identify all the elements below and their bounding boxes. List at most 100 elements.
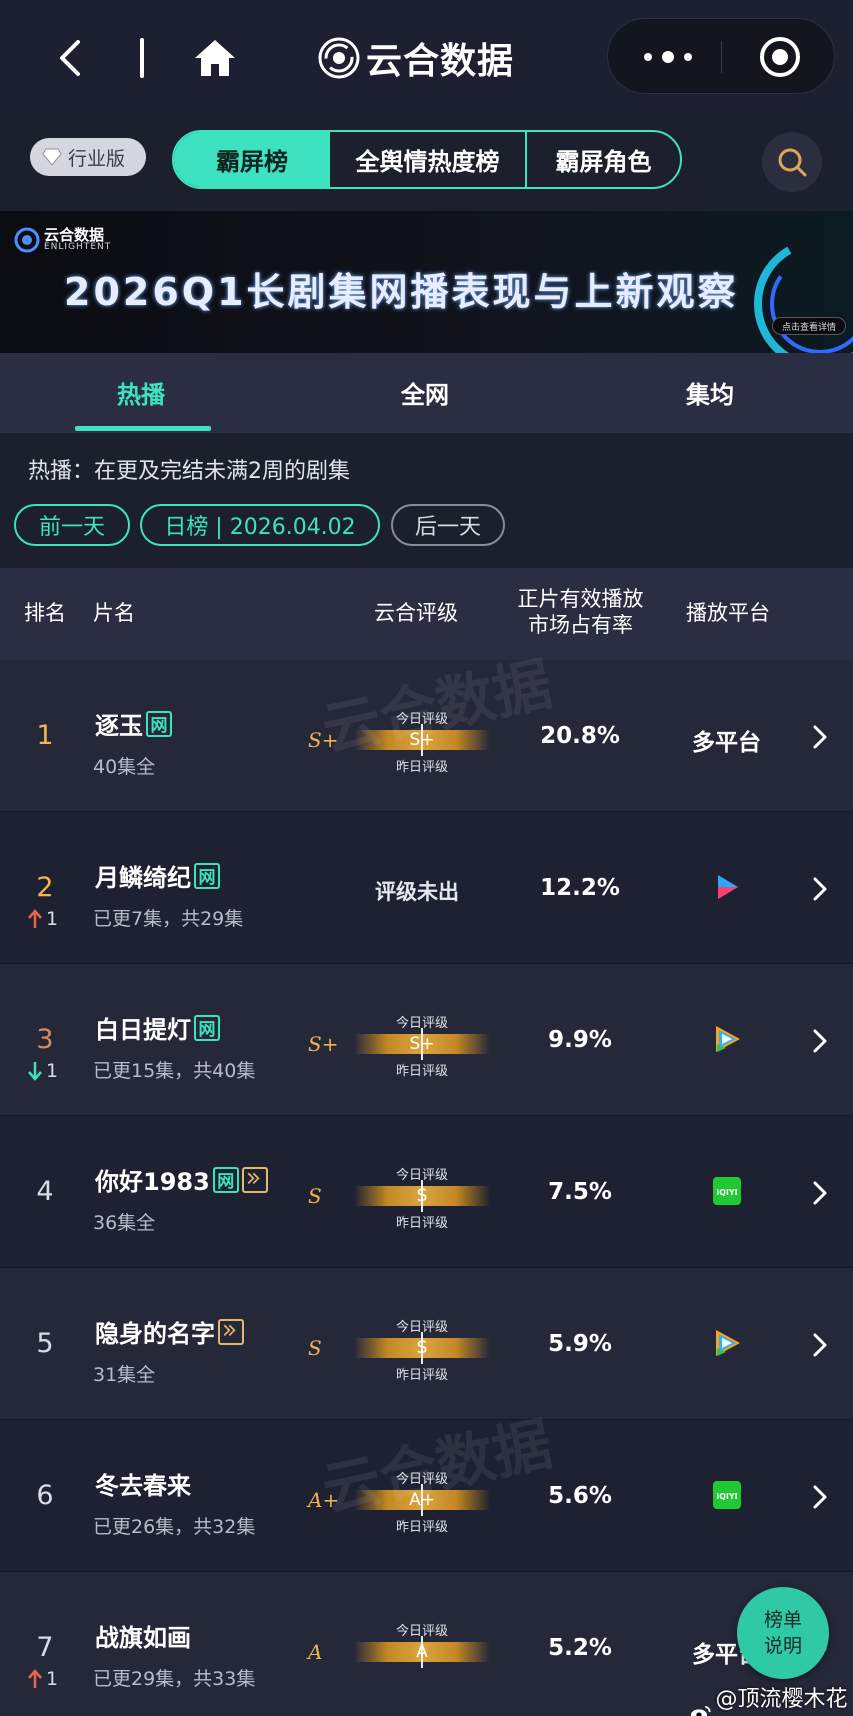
title-line: 逐玉网 bbox=[95, 706, 172, 741]
svg-text:iQIYI: iQIYI bbox=[716, 1188, 737, 1197]
mini-program-capsule bbox=[607, 18, 835, 94]
date-selector[interactable]: 日榜 | 2026.04.02 bbox=[140, 504, 380, 546]
market-share: 9.9% bbox=[548, 1027, 612, 1053]
banner-cta[interactable]: 点击查看详情 bbox=[772, 317, 846, 335]
chart-explanation-button[interactable]: 榜单 说明 bbox=[737, 1587, 829, 1679]
close-target-icon[interactable] bbox=[758, 35, 802, 79]
grade-value: S bbox=[308, 1184, 322, 1208]
tencent-video-icon bbox=[712, 1024, 742, 1054]
search-icon bbox=[778, 148, 807, 177]
promo-banner[interactable]: 云合数据 ENLIGHTENT 2026Q1长剧集网播表现与上新观察 点击查看详… bbox=[0, 211, 853, 353]
episode-info: 已更26集，共32集 bbox=[93, 1516, 256, 1538]
tab-dominant-roles[interactable]: 霸屏角色 bbox=[527, 132, 680, 187]
grade-today-value: S bbox=[416, 1186, 428, 1206]
table-row[interactable]: 5 隐身的名字 31集全 S 今日评级 S 昨日评级 5.9% bbox=[0, 1268, 853, 1420]
youku-icon bbox=[712, 872, 742, 902]
drama-title[interactable]: 冬去春来 bbox=[95, 1466, 191, 1501]
edition-badge[interactable]: 行业版 bbox=[30, 138, 146, 176]
back-arrow-icon[interactable] bbox=[56, 38, 84, 78]
play-badge-icon bbox=[218, 1318, 244, 1345]
drama-title[interactable]: 逐玉 bbox=[95, 706, 143, 741]
grade-yesterday-label: 昨日评级 bbox=[395, 1064, 448, 1079]
table-header: 排名 片名 云合评级 正片有效播放 市场占有率 播放平台 bbox=[0, 568, 853, 660]
grade-today-value: S bbox=[416, 1338, 428, 1358]
chevron-right-icon[interactable] bbox=[812, 1028, 828, 1054]
episode-info: 已更15集，共40集 bbox=[93, 1060, 256, 1082]
svg-text:iQIYI: iQIYI bbox=[716, 1492, 737, 1501]
market-share: 12.2% bbox=[540, 875, 620, 901]
enlightent-logo-icon bbox=[318, 37, 360, 79]
trend-down-icon bbox=[28, 1062, 42, 1081]
title-line: 月鳞绮纪网 bbox=[95, 858, 220, 893]
float-label-line1: 榜单 bbox=[763, 1609, 802, 1631]
episode-info: 36集全 bbox=[93, 1212, 156, 1234]
chevron-right-icon[interactable] bbox=[812, 876, 828, 902]
grade-today-value: S+ bbox=[409, 730, 435, 750]
grade-bar: 今日评级 A bbox=[354, 1620, 490, 1684]
chevron-right-icon[interactable] bbox=[812, 1180, 828, 1206]
app-title-group: 云合数据 bbox=[318, 32, 514, 84]
more-dots-icon[interactable] bbox=[640, 47, 696, 67]
header-title: 片名 bbox=[93, 601, 135, 625]
web-drama-badge: 网 bbox=[212, 1166, 239, 1193]
home-icon[interactable] bbox=[193, 38, 237, 78]
table-row[interactable]: 4 你好1983 网 36集全 S 今日评级 S 昨日评级 7.5% iQIYI bbox=[0, 1116, 853, 1268]
header-platform: 播放平台 bbox=[686, 601, 770, 625]
drama-title[interactable]: 白日提灯 bbox=[95, 1010, 191, 1045]
rank-change: 1 bbox=[27, 1060, 58, 1082]
market-share: 5.2% bbox=[548, 1635, 612, 1661]
episode-info: 31集全 bbox=[93, 1364, 156, 1386]
next-day-button[interactable]: 后一天 bbox=[391, 504, 505, 546]
rank-number: 1 bbox=[36, 720, 54, 751]
chevron-right-icon[interactable] bbox=[812, 1484, 828, 1510]
rank-change: 1 bbox=[27, 908, 58, 930]
grade-value: A+ bbox=[308, 1488, 340, 1512]
grade-value: S+ bbox=[308, 728, 339, 752]
rank-change-value: 1 bbox=[46, 1668, 59, 1690]
diamond-icon bbox=[42, 148, 62, 166]
chevron-right-icon[interactable] bbox=[812, 1332, 828, 1358]
drama-title[interactable]: 你好1983 bbox=[95, 1162, 210, 1197]
market-share: 5.6% bbox=[548, 1483, 612, 1509]
top-nav-bar: 云合数据 bbox=[0, 0, 853, 110]
chevron-right-icon[interactable] bbox=[812, 724, 828, 750]
rank-change: 1 bbox=[27, 1668, 58, 1690]
search-button[interactable] bbox=[762, 132, 822, 192]
rank-number: 2 bbox=[36, 872, 54, 903]
market-share: 7.5% bbox=[548, 1179, 612, 1205]
grade-bar: 今日评级 S+ 昨日评级 bbox=[354, 708, 490, 775]
title-line: 白日提灯网 bbox=[95, 1010, 220, 1045]
table-row[interactable]: 3 1 白日提灯网已更15集，共40集 S+ 今日评级 S+ 昨日评级 9.9% bbox=[0, 964, 853, 1116]
banner-brand-cn: 云合数据 bbox=[44, 226, 105, 244]
episode-info: 已更7集，共29集 bbox=[93, 908, 244, 930]
subtab-hot[interactable]: 热播 bbox=[117, 375, 165, 410]
subtab-all-network[interactable]: 全网 bbox=[401, 375, 449, 410]
subtab-per-episode[interactable]: 集均 bbox=[686, 375, 734, 410]
tab-dominance-chart[interactable]: 霸屏榜 bbox=[174, 132, 330, 187]
prev-day-button[interactable]: 前一天 bbox=[14, 504, 130, 546]
table-row[interactable]: 6 冬去春来 已更26集，共32集 A+ 今日评级 A+ 昨日评级 5.6% iQIYI bbox=[0, 1420, 853, 1572]
play-badge-icon bbox=[241, 1166, 268, 1193]
table-row[interactable]: 1 逐玉网 40集全 S+ 今日评级 S+ 昨日评级 20.8% 多平台 bbox=[0, 660, 853, 812]
weibo-icon bbox=[690, 1705, 711, 1716]
episode-info: 40集全 bbox=[93, 756, 156, 778]
edition-label: 行业版 bbox=[68, 147, 126, 170]
drama-title[interactable]: 月鳞绮纪 bbox=[95, 858, 191, 893]
tab-sentiment-heat-chart[interactable]: 全舆情热度榜 bbox=[330, 132, 527, 187]
weibo-credit: @顶流樱木花道 bbox=[690, 1681, 853, 1716]
market-share: 5.9% bbox=[548, 1331, 612, 1357]
credit-handle: @顶流樱木花道 bbox=[715, 1687, 848, 1712]
iqiyi-icon: iQIYI bbox=[712, 1480, 742, 1510]
tencent-video-icon bbox=[712, 1328, 742, 1358]
title-line: 你好1983 网 bbox=[95, 1162, 268, 1197]
grade-bar: 今日评级 S 昨日评级 bbox=[354, 1316, 490, 1383]
grade-bar: 今日评级 S+ 昨日评级 bbox=[354, 1012, 490, 1079]
banner-headline: 2026Q1长剧集网播表现与上新观察 bbox=[64, 270, 739, 314]
table-row[interactable]: 2 1 月鳞绮纪网已更7集，共29集 评级未出 12.2% bbox=[0, 812, 853, 964]
grade-value: S+ bbox=[308, 1032, 339, 1056]
drama-title[interactable]: 战旗如画 bbox=[95, 1618, 191, 1653]
header-share-line1: 正片有效播放 bbox=[517, 587, 644, 611]
rank-number: 6 bbox=[36, 1480, 54, 1511]
grade-value: S bbox=[308, 1336, 322, 1360]
drama-title[interactable]: 隐身的名字 bbox=[95, 1314, 215, 1349]
